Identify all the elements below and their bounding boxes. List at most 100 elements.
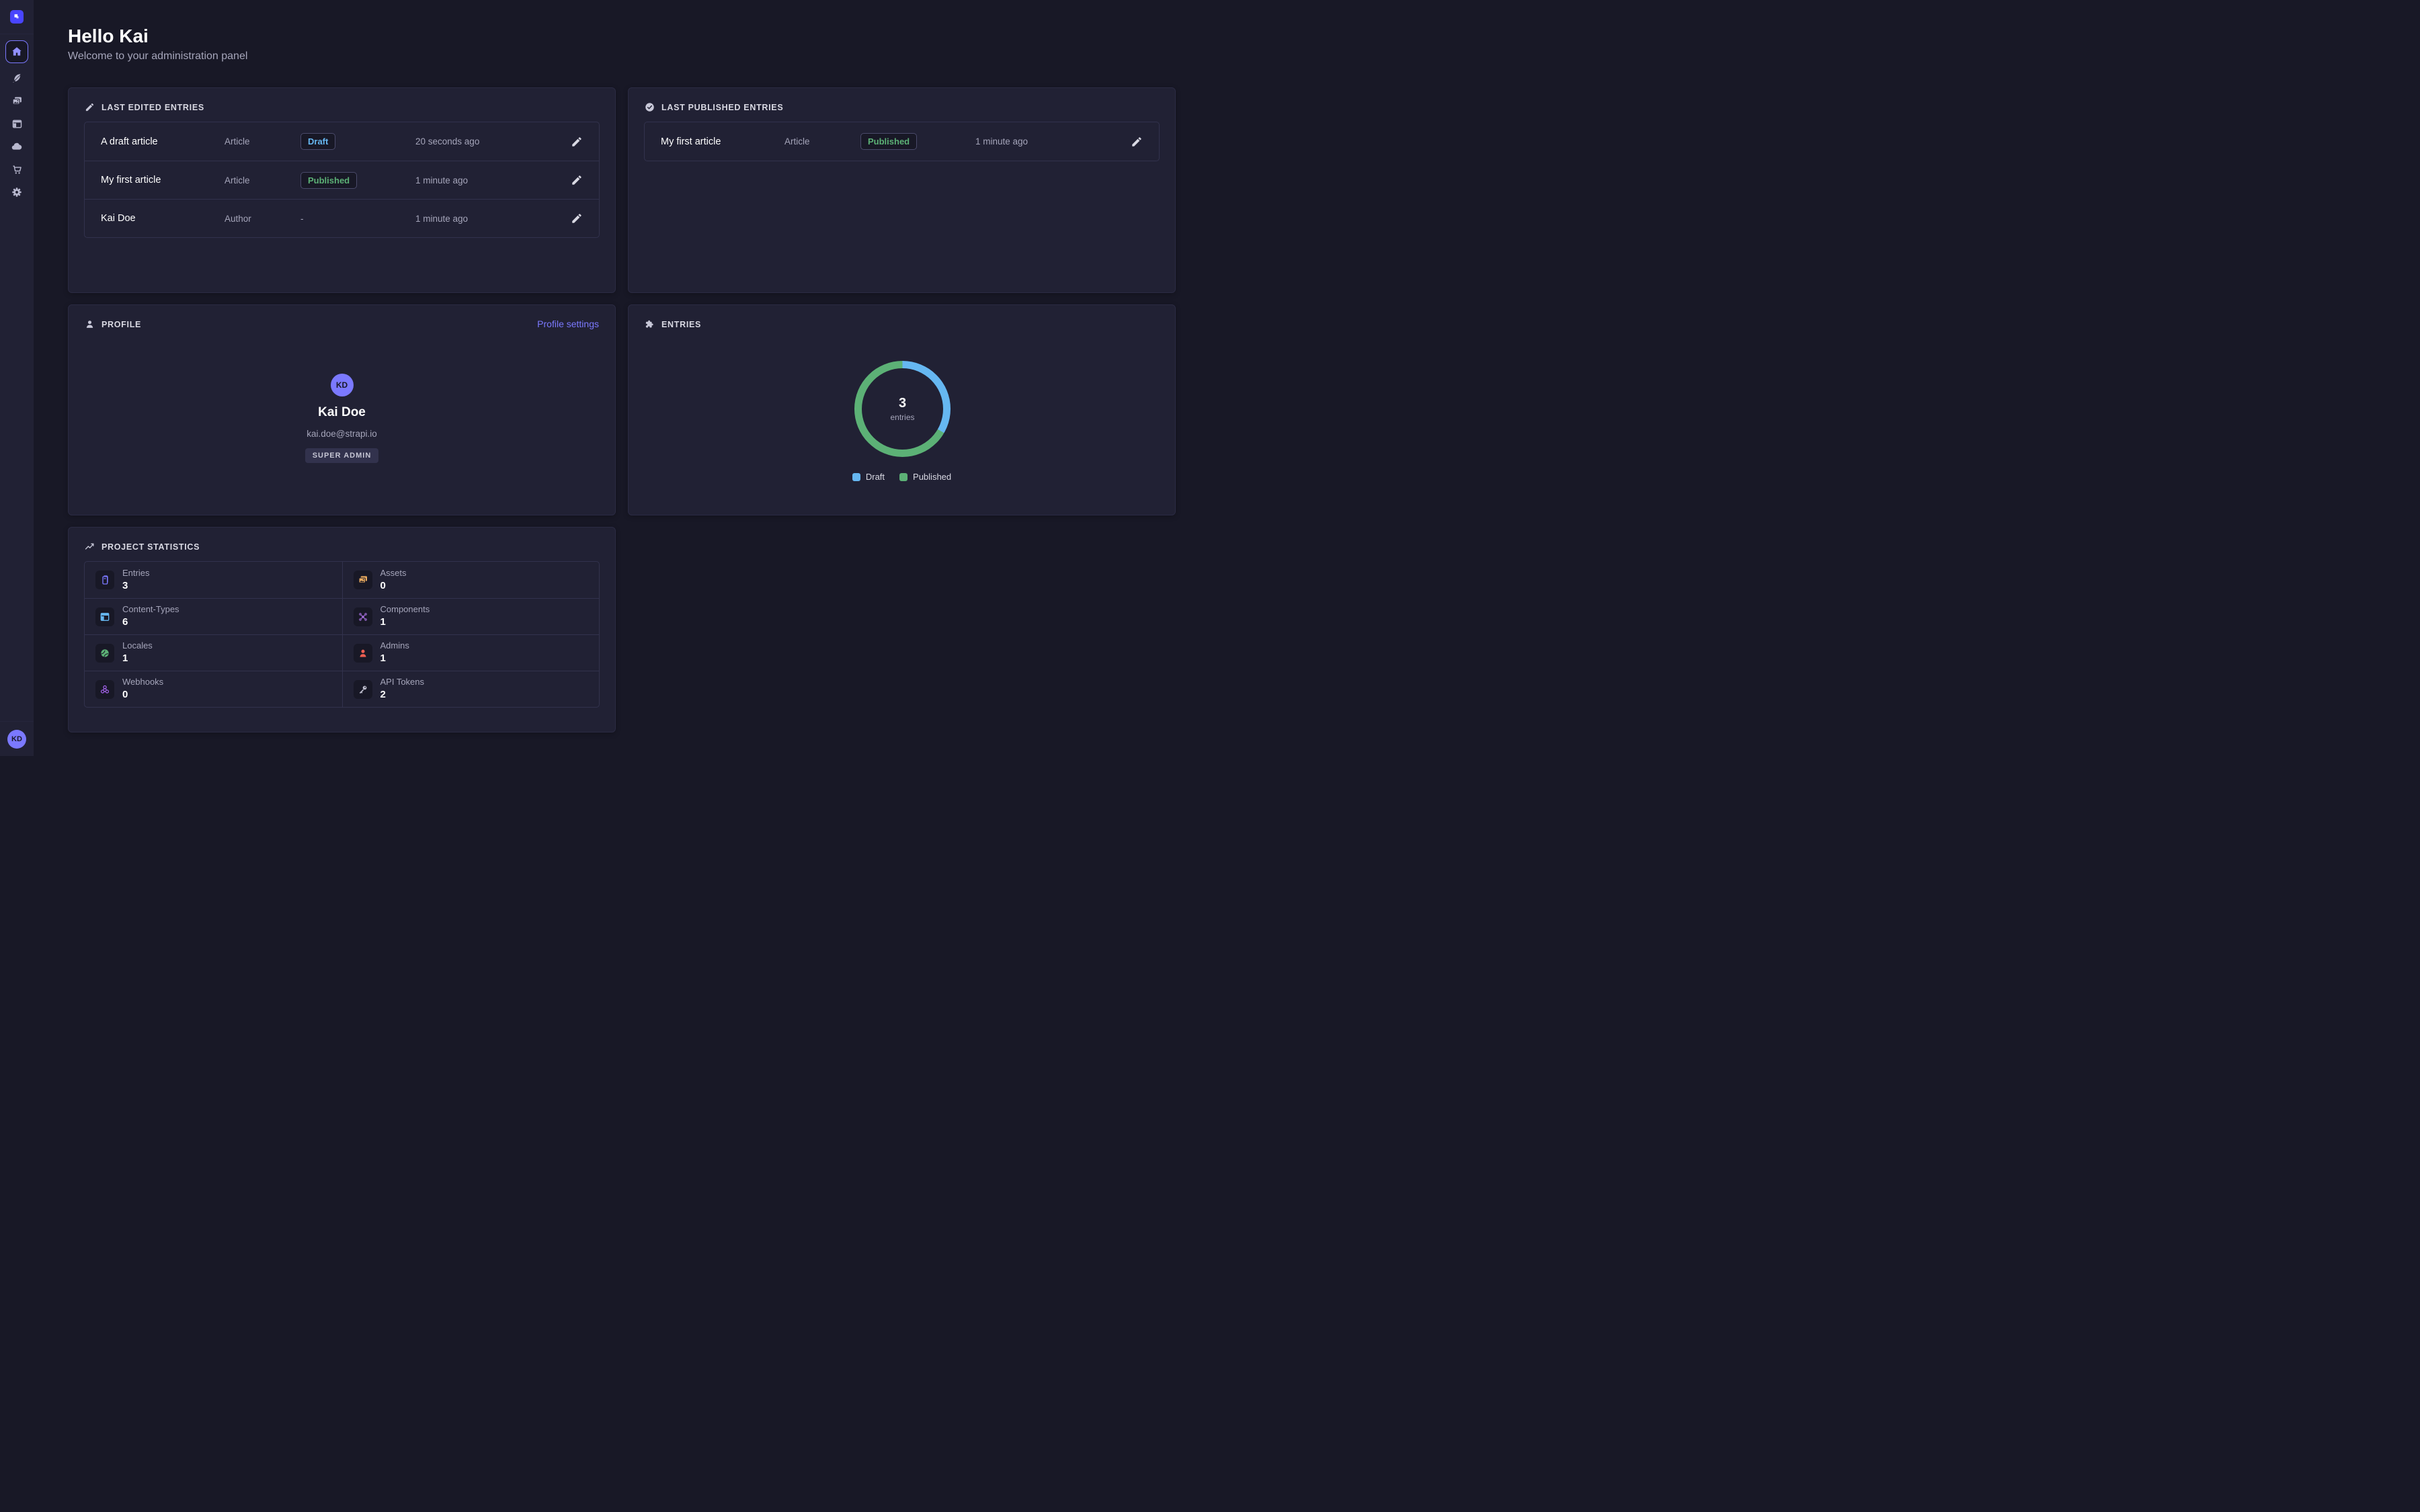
trend-icon <box>85 542 95 552</box>
pencil-icon <box>85 102 95 112</box>
table-row[interactable]: A draft article Article Draft 20 seconds… <box>85 122 599 161</box>
table-row[interactable]: Kai Doe Author - 1 minute ago <box>85 199 599 237</box>
sidebar-item-marketplace[interactable] <box>5 158 28 181</box>
sidebar-item-home[interactable] <box>5 40 28 63</box>
panel-last-published-entries: LAST PUBLISHED ENTRIES My first article … <box>628 87 1176 293</box>
edit-pencil-icon[interactable] <box>571 136 583 148</box>
entry-name: My first article <box>101 175 225 185</box>
panel-entries-chart: ENTRIES 3 entries Draft Published <box>628 304 1176 515</box>
edit-pencil-icon[interactable] <box>571 212 583 224</box>
sidebar-item-content-type-builder[interactable] <box>5 112 28 135</box>
stat-admins: Admins 1 <box>342 634 600 671</box>
stat-locales: Locales 1 <box>85 634 342 671</box>
sidebar-divider-bottom <box>0 721 34 722</box>
api-tokens-icon <box>354 680 372 699</box>
entries-donut-chart: 3 entries <box>854 361 951 457</box>
stat-assets: Assets 0 <box>342 562 600 598</box>
avatar: KD <box>331 374 354 396</box>
entry-type: Article <box>784 136 860 146</box>
status-empty: - <box>300 214 415 224</box>
entry-type: Article <box>225 136 300 146</box>
table-row[interactable]: My first article Article Published 1 min… <box>85 161 599 199</box>
entry-name: Kai Doe <box>101 213 225 224</box>
feather-icon <box>11 73 23 84</box>
entries-count: 3 <box>899 396 906 411</box>
panel-title: LAST PUBLISHED ENTRIES <box>661 103 783 112</box>
stat-value: 2 <box>380 688 425 702</box>
stat-webhooks: Webhooks 0 <box>85 671 342 707</box>
panel-title: LAST EDITED ENTRIES <box>102 103 204 112</box>
stat-components: Components 1 <box>342 598 600 634</box>
person-icon <box>85 319 95 329</box>
sidebar-item-media-library[interactable] <box>5 89 28 112</box>
stat-label: API Tokens <box>380 677 425 688</box>
role-badge: SUPER ADMIN <box>305 448 379 463</box>
edit-pencil-icon[interactable] <box>571 174 583 186</box>
puzzle-icon <box>645 319 655 329</box>
stat-value: 1 <box>380 652 409 665</box>
status-badge: Published <box>860 133 917 150</box>
admins-icon <box>354 644 372 663</box>
stat-label: Entries <box>122 568 149 579</box>
sidebar-item-deploy[interactable] <box>5 135 28 158</box>
stat-entries: Entries 3 <box>85 562 342 598</box>
components-icon <box>354 607 372 626</box>
stats-grid: Entries 3 Assets 0 <box>84 561 600 708</box>
draft-swatch <box>852 473 860 481</box>
page-title: Hello Kai <box>68 26 149 47</box>
panel-title: ENTRIES <box>661 320 701 329</box>
entry-time: 1 minute ago <box>975 136 1131 146</box>
profile-name: Kai Doe <box>318 405 366 420</box>
entry-time: 1 minute ago <box>415 175 571 185</box>
stat-value: 3 <box>122 579 149 593</box>
check-circle-icon <box>645 102 655 112</box>
stat-label: Components <box>380 604 430 616</box>
entry-type: Article <box>225 175 300 185</box>
user-avatar[interactable]: KD <box>7 730 26 749</box>
panel-profile: PROFILE Profile settings KD Kai Doe kai.… <box>68 304 616 515</box>
panel-title: PROJECT STATISTICS <box>102 542 200 552</box>
stat-label: Locales <box>122 640 153 652</box>
last-published-table: My first article Article Published 1 min… <box>644 122 1160 161</box>
profile-email: kai.doe@strapi.io <box>307 429 377 439</box>
stat-value: 1 <box>122 652 153 665</box>
stat-label: Admins <box>380 640 409 652</box>
stat-value: 6 <box>122 616 179 629</box>
entry-name: A draft article <box>101 136 225 147</box>
cloud-icon <box>11 140 23 153</box>
cart-icon <box>11 164 23 175</box>
published-swatch <box>899 473 908 481</box>
profile-settings-link[interactable]: Profile settings <box>537 319 599 329</box>
legend-item-published: Published <box>899 472 951 482</box>
entry-name: My first article <box>661 136 784 147</box>
strapi-logo[interactable] <box>10 10 24 24</box>
sidebar: KD <box>0 0 34 756</box>
legend-label: Published <box>913 472 951 482</box>
entries-count-label: entries <box>890 413 914 422</box>
content-types-icon <box>95 607 114 626</box>
assets-icon <box>354 571 372 589</box>
table-row[interactable]: My first article Article Published 1 min… <box>645 122 1159 161</box>
panel-last-edited-entries: LAST EDITED ENTRIES A draft article Arti… <box>68 87 616 293</box>
stat-label: Assets <box>380 568 407 579</box>
locales-icon <box>95 644 114 663</box>
last-edited-table: A draft article Article Draft 20 seconds… <box>84 122 600 238</box>
webhooks-icon <box>95 680 114 699</box>
sidebar-item-content-manager[interactable] <box>5 67 28 89</box>
legend-label: Draft <box>866 472 885 482</box>
stat-label: Content-Types <box>122 604 179 616</box>
entries-icon <box>95 571 114 589</box>
chart-legend: Draft Published <box>629 472 1175 482</box>
images-icon <box>11 95 23 107</box>
layout-icon <box>11 118 23 130</box>
entry-time: 1 minute ago <box>415 214 571 224</box>
status-badge: Draft <box>300 133 335 150</box>
panel-title: PROFILE <box>102 320 141 329</box>
stat-value: 0 <box>122 688 163 702</box>
gear-icon <box>11 186 23 198</box>
status-badge: Published <box>300 172 357 189</box>
legend-item-draft: Draft <box>852 472 885 482</box>
sidebar-item-settings[interactable] <box>5 181 28 204</box>
stat-content-types: Content-Types 6 <box>85 598 342 634</box>
edit-pencil-icon[interactable] <box>1131 136 1143 148</box>
